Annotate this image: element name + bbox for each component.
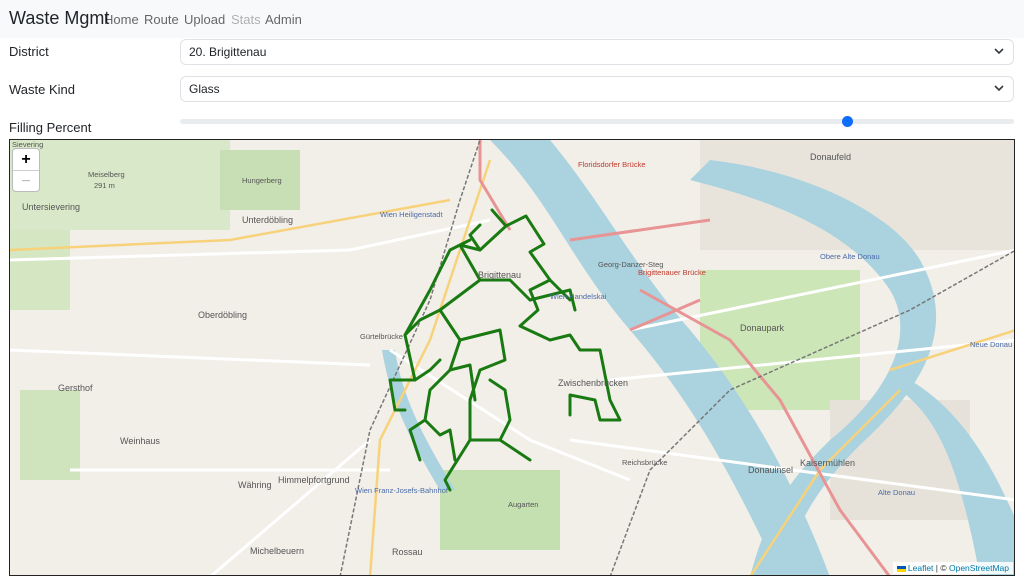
map-place-label: Wien Franz-Josefs-Bahnhof bbox=[355, 486, 448, 495]
filling-percent-slider-thumb[interactable] bbox=[841, 116, 853, 127]
map-place-label: Brigittenauer Brücke bbox=[638, 268, 706, 277]
map-place-label: Weinhaus bbox=[120, 436, 160, 446]
map-place-label: Meiselberg bbox=[88, 170, 125, 179]
map-place-label: Untersievering bbox=[22, 202, 81, 212]
map-place-label: Brigittenau bbox=[478, 270, 522, 280]
map-place-label: Neue Donau bbox=[970, 340, 1013, 349]
chevron-down-icon bbox=[994, 48, 1004, 55]
zoom-control: + − bbox=[12, 148, 40, 192]
map-place-label: Gersthof bbox=[58, 383, 93, 393]
map-place-label: Zwischenbrücken bbox=[558, 378, 629, 388]
map-place-label: Donaufeld bbox=[810, 152, 852, 162]
map-place-label: Währing bbox=[238, 480, 272, 490]
map-place-label: Oberdöbling bbox=[198, 310, 248, 320]
district-label: District bbox=[9, 44, 49, 59]
map-place-label: Hungerberg bbox=[242, 176, 282, 185]
map-tiles bbox=[10, 140, 1014, 575]
map-place-label: Obere Alte Donau bbox=[820, 252, 880, 261]
map-place-label: Gürtelbrücke bbox=[360, 332, 403, 341]
waste-kind-select[interactable]: Glass bbox=[180, 76, 1014, 102]
map-place-label: Michelbeuern bbox=[250, 546, 305, 556]
leaflet-link[interactable]: Leaflet bbox=[908, 563, 934, 573]
nav-link-route[interactable]: Route bbox=[144, 12, 179, 27]
district-select[interactable]: 20. Brigittenau bbox=[180, 39, 1014, 65]
map-place-label: Unterdöbling bbox=[242, 215, 294, 225]
nav-link-admin[interactable]: Admin bbox=[265, 12, 302, 27]
zoom-in-button[interactable]: + bbox=[13, 149, 39, 170]
filling-percent-slider-track[interactable] bbox=[180, 119, 1014, 124]
zoom-out-button[interactable]: − bbox=[13, 170, 39, 192]
district-value: 20. Brigittenau bbox=[189, 45, 267, 59]
map-attribution: Leaflet | © OpenStreetMap bbox=[892, 562, 1013, 574]
map-place-label: Kaisermühlen bbox=[800, 458, 856, 468]
nav-link-home[interactable]: Home bbox=[104, 12, 139, 27]
nav-link-stats: Stats bbox=[231, 12, 261, 27]
waste-kind-label: Waste Kind bbox=[9, 82, 75, 97]
map-place-label: Wien Heiligenstadt bbox=[380, 210, 443, 219]
map-place-label: Himmelpfortgrund bbox=[278, 475, 350, 485]
waste-kind-value: Glass bbox=[189, 82, 220, 96]
map-place-label: Alte Donau bbox=[878, 488, 916, 497]
nav-link-upload[interactable]: Upload bbox=[184, 12, 225, 27]
chevron-down-icon bbox=[994, 85, 1004, 92]
map-place-label: Augarten bbox=[508, 500, 539, 509]
ukraine-flag-icon bbox=[896, 565, 906, 572]
map[interactable]: Sievering Meiselberg 291 m Untersievering Hu… bbox=[9, 139, 1015, 576]
map-place-label: Donauinsel bbox=[748, 465, 794, 475]
attribution-separator: | © bbox=[933, 563, 949, 573]
map-place-label: 291 m bbox=[94, 181, 115, 190]
osm-link[interactable]: OpenStreetMap bbox=[949, 563, 1009, 573]
map-place-label: Donaupark bbox=[740, 323, 785, 333]
brand-title[interactable]: Waste Mgmt bbox=[9, 8, 109, 29]
map-place-label: Rossau bbox=[392, 547, 423, 557]
map-place-label: Reichsbrücke bbox=[622, 458, 668, 467]
map-place-label: Wien Handelskai bbox=[550, 292, 607, 301]
map-place-label: Floridsdorfer Brücke bbox=[578, 160, 646, 169]
navbar: Waste Mgmt Home Route Upload Stats Admin bbox=[0, 0, 1024, 38]
filling-percent-label: Filling Percent bbox=[9, 120, 92, 135]
